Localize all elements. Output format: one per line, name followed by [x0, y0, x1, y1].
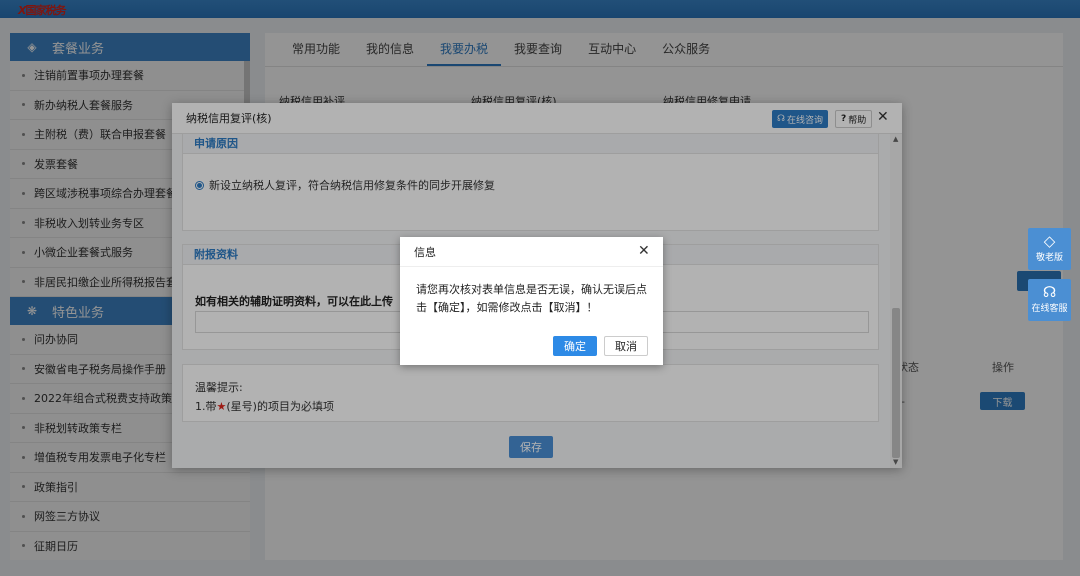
- diamond-icon: ◇: [1043, 232, 1056, 250]
- dialog-title: 信息: [414, 245, 436, 259]
- cancel-button[interactable]: 取消: [604, 336, 648, 356]
- close-icon[interactable]: ✕: [638, 243, 650, 259]
- confirm-button[interactable]: 确定: [553, 336, 597, 356]
- dialog-header: 信息 ✕: [400, 237, 663, 267]
- dialog-message: 请您再次核对表单信息是否无误，确认无误后点击【确定】，如需修改点击【取消】！: [416, 283, 647, 314]
- online-service-label: 在线客服: [1031, 304, 1068, 314]
- online-service-button[interactable]: ☊ 在线客服: [1028, 279, 1071, 321]
- elder-mode-label: 敬老版: [1035, 253, 1063, 263]
- elder-mode-button[interactable]: ◇ 敬老版: [1028, 228, 1071, 270]
- headset-icon: ☊: [1042, 283, 1057, 301]
- confirm-dialog: 信息 ✕ 请您再次核对表单信息是否无误，确认无误后点击【确定】，如需修改点击【取…: [400, 237, 663, 365]
